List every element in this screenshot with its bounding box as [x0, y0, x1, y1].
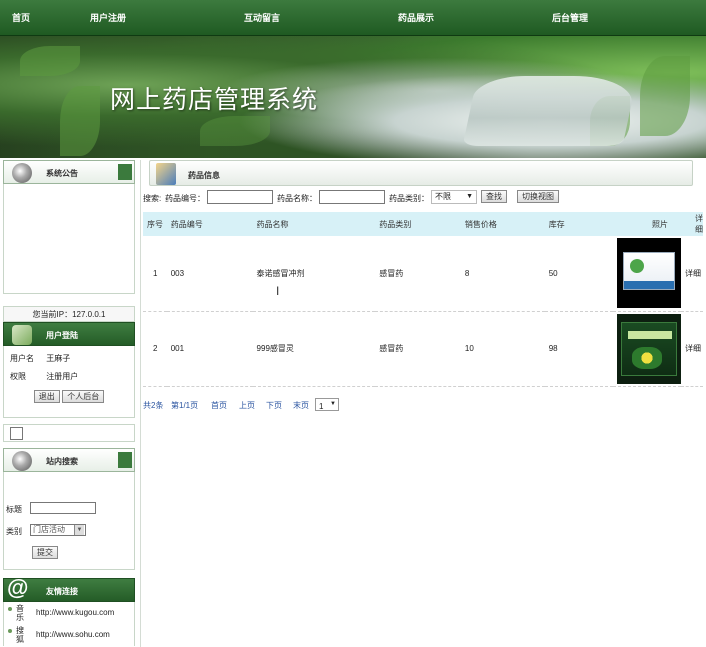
- pager-prev[interactable]: 上页: [239, 400, 255, 411]
- drug-table: 序号 药品编号 药品名称 药品类别 销售价格 库存 照片 详细 1 003 泰诺…: [143, 212, 703, 387]
- pager-first[interactable]: 首页: [211, 400, 227, 411]
- speaker-icon: [12, 163, 32, 183]
- checkbox-panel: [3, 424, 135, 442]
- username-label: 用户名: [10, 354, 34, 363]
- search-button[interactable]: 查找: [481, 190, 507, 203]
- search-title-label: 标题: [6, 505, 22, 514]
- main-content: 药品信息 搜索: 药品编号： 药品名称： 药品类别： 不限 ▼ 查找 切换视图 …: [140, 160, 703, 647]
- col-code: 药品编号: [166, 212, 253, 236]
- checkbox[interactable]: [10, 427, 23, 440]
- personal-backend-button[interactable]: 个人后台: [62, 390, 105, 403]
- search-title: 站内搜索: [46, 457, 78, 466]
- drug-info-icon: [156, 163, 176, 185]
- chevron-down-icon: ▼: [466, 193, 473, 200]
- drug-photo[interactable]: [612, 311, 681, 387]
- ip-text: 您当前IP：127.0.0.1: [3, 306, 135, 322]
- filter-prefix: 搜索:: [143, 194, 162, 203]
- pager-last[interactable]: 末页: [293, 400, 309, 411]
- top-nav: 首页 用户注册 互动留言 药品展示 后台管理: [0, 0, 706, 36]
- nav-home[interactable]: 首页: [12, 0, 30, 36]
- search-type-label: 类别: [6, 527, 22, 536]
- user-icon: [12, 325, 32, 345]
- notice-header: 系统公告: [3, 160, 135, 184]
- submit-button[interactable]: 提交: [32, 546, 58, 559]
- sidebar: 系统公告 您当前IP：127.0.0.1 用户登陆 用户名 王麻子 权限 注册用…: [3, 160, 135, 646]
- login-panel: 用户名 王麻子 权限 注册用户 退出 个人后台: [3, 346, 135, 418]
- name-label: 药品名称：: [277, 194, 317, 203]
- code-input[interactable]: [207, 190, 273, 204]
- role-label: 权限: [10, 372, 26, 381]
- site-search-panel: 标题 类别 门店活动 ▼ 提交: [3, 472, 135, 570]
- detail-link[interactable]: 详细: [681, 311, 703, 387]
- nav-register[interactable]: 用户注册: [90, 0, 126, 36]
- nav-message[interactable]: 互动留言: [244, 0, 280, 36]
- chevron-down-icon: ▼: [330, 401, 336, 407]
- login-title: 用户登陆: [46, 331, 78, 340]
- filter-bar: 搜索: 药品编号： 药品名称： 药品类别： 不限 ▼ 查找 切换视图: [143, 190, 703, 206]
- col-photo: 照片: [612, 212, 681, 236]
- at-icon: @: [7, 575, 29, 600]
- nav-drugs[interactable]: 药品展示: [398, 0, 434, 36]
- panel-header: 药品信息: [149, 160, 693, 186]
- banner: 网上药店管理系统: [0, 36, 706, 158]
- col-stock: 库存: [544, 212, 613, 236]
- site-title: 网上药店管理系统: [110, 85, 319, 114]
- search-icon: [12, 451, 32, 471]
- drug-photo[interactable]: [612, 236, 681, 312]
- pager-next[interactable]: 下页: [266, 400, 282, 411]
- table-header-row: 序号 药品编号 药品名称 药品类别 销售价格 库存 照片 详细: [143, 212, 703, 236]
- detail-link[interactable]: 详细: [681, 236, 703, 312]
- col-type: 药品类别: [375, 212, 461, 236]
- pager-page: 第1/1页: [171, 401, 199, 410]
- chevron-down-icon: ▼: [74, 525, 84, 535]
- search-header: 站内搜索: [3, 448, 135, 472]
- logout-button[interactable]: 退出: [33, 390, 60, 403]
- notice-body: [3, 184, 135, 294]
- col-price: 销售价格: [460, 212, 545, 236]
- login-header: 用户登陆: [3, 322, 135, 346]
- search-type-select[interactable]: 门店活动 ▼: [30, 524, 86, 536]
- text-cursor-icon: I: [276, 284, 280, 298]
- username-value: 王麻子: [46, 354, 71, 363]
- table-row: 2 001 999感冒灵 感冒药 10 98 详细: [143, 311, 703, 387]
- links-title: 友情连接: [46, 587, 78, 596]
- switch-view-button[interactable]: 切换视图: [517, 190, 559, 203]
- pager-total: 共2条: [143, 401, 164, 410]
- role-value: 注册用户: [46, 372, 79, 381]
- page-select[interactable]: 1 ▼: [315, 398, 339, 411]
- col-detail: 详细: [681, 212, 703, 236]
- notice-title: 系统公告: [46, 169, 78, 178]
- table-row: 1 003 泰诺感冒冲剂 感冒药 8 50 详细: [143, 236, 703, 312]
- col-no: 序号: [143, 212, 167, 236]
- panel-title: 药品信息: [188, 171, 220, 180]
- nav-admin[interactable]: 后台管理: [552, 0, 588, 36]
- links-list: 音乐 http://www.kugou.com 搜狐 http://www.so…: [3, 602, 135, 646]
- links-header: @ 友情连接: [3, 575, 135, 602]
- col-name: 药品名称: [252, 212, 376, 236]
- type-select[interactable]: 不限 ▼: [431, 190, 477, 204]
- name-input[interactable]: [319, 190, 385, 204]
- code-label: 药品编号：: [165, 194, 205, 203]
- search-title-input[interactable]: [30, 502, 96, 514]
- type-label: 药品类别：: [389, 194, 429, 203]
